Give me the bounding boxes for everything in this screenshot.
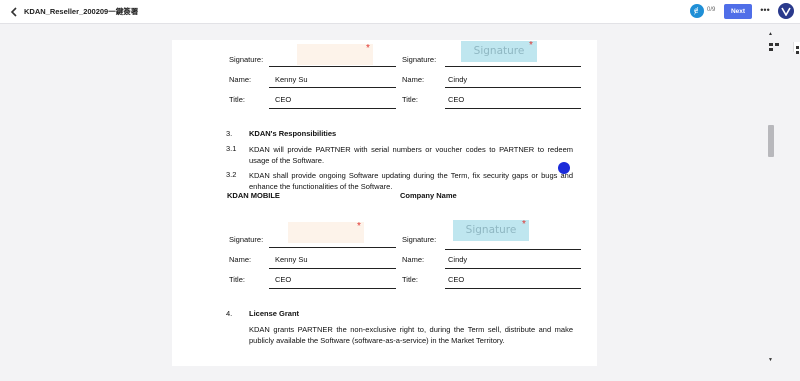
section-number: 4. xyxy=(226,309,233,318)
required-mark: * xyxy=(529,40,533,51)
title-label: Title: xyxy=(402,275,418,284)
scroll-down-icon[interactable]: ▼ xyxy=(768,357,773,363)
signature-label: Signature: xyxy=(402,55,437,64)
clause-number: 3.1 xyxy=(226,144,237,153)
clause-text: KDAN will provide PARTNER with serial nu… xyxy=(249,145,573,165)
signature-line xyxy=(269,66,396,67)
signature-line xyxy=(445,66,581,67)
title-line xyxy=(445,108,581,109)
name-line xyxy=(269,87,396,88)
title-value: CEO xyxy=(275,95,292,104)
name-value: Cindy xyxy=(448,75,468,84)
signature-label: Signature: xyxy=(229,235,264,244)
title-value: CEO xyxy=(448,95,465,104)
back-icon[interactable] xyxy=(8,5,20,19)
kdan-progress-icon: ɇ xyxy=(690,4,704,18)
app-logo-icon[interactable] xyxy=(778,3,794,19)
mouse-cursor xyxy=(558,162,570,174)
required-mark: * xyxy=(357,221,361,232)
scrollbar-thumb[interactable] xyxy=(768,125,774,157)
signature-label: Signature: xyxy=(229,55,264,64)
name-line xyxy=(445,268,581,269)
title-label: Title: xyxy=(229,275,245,284)
name-value: Cindy xyxy=(448,255,468,264)
signature-field-empty[interactable] xyxy=(288,222,364,243)
title-line xyxy=(445,288,581,289)
section-number: 3. xyxy=(226,129,233,138)
title-label: Title: xyxy=(229,95,245,104)
signature-line xyxy=(445,249,581,250)
signature-text: Signature xyxy=(473,45,525,57)
document-page: Signature: * Signature: Signature * Name… xyxy=(172,40,597,366)
panel-icon[interactable] xyxy=(767,40,781,52)
required-mark: * xyxy=(366,43,370,54)
signature-label: Signature: xyxy=(402,235,437,244)
section-title: License Grant xyxy=(249,309,300,318)
more-icon[interactable]: ••• xyxy=(760,5,770,17)
clause-text: KDAN shall provide ongoing Software upda… xyxy=(249,171,573,191)
signature-field-empty[interactable] xyxy=(297,44,373,65)
title-line xyxy=(269,108,396,109)
name-label: Name: xyxy=(229,75,252,84)
name-label: Name: xyxy=(402,75,425,84)
name-line xyxy=(269,268,396,269)
signature-line xyxy=(269,247,396,248)
sidebar-toggle[interactable] xyxy=(793,42,800,54)
title-value: CEO xyxy=(275,275,292,284)
top-bar: KDAN_Reseller_200209一鍵簽署 ɇ 0/9 Next ••• xyxy=(0,0,800,24)
clause-text: KDAN grants PARTNER the non-exclusive ri… xyxy=(249,325,573,345)
clause-number: 3.2 xyxy=(226,170,237,179)
next-button[interactable]: Next xyxy=(724,4,752,19)
scroll-up-icon[interactable]: ▲ xyxy=(768,31,773,37)
required-mark: * xyxy=(522,219,526,230)
signature-text: Signature xyxy=(465,224,517,236)
signature-field-filled[interactable]: Signature xyxy=(461,41,537,62)
name-value: Kenny Su xyxy=(275,255,308,264)
signature-field-filled[interactable]: Signature xyxy=(453,220,529,241)
name-value: Kenny Su xyxy=(275,75,308,84)
title-value: CEO xyxy=(448,275,465,284)
title-label: Title: xyxy=(402,95,418,104)
party-name: Company Name xyxy=(400,191,457,200)
party-name: KDAN MOBILE xyxy=(227,191,280,200)
section-title: KDAN's Responsibilities xyxy=(249,129,337,138)
name-label: Name: xyxy=(402,255,425,264)
name-line xyxy=(445,87,581,88)
document-title: KDAN_Reseller_200209一鍵簽署 xyxy=(24,7,139,16)
progress-count: 0/9 xyxy=(707,7,716,13)
name-label: Name: xyxy=(229,255,252,264)
title-line xyxy=(269,288,396,289)
